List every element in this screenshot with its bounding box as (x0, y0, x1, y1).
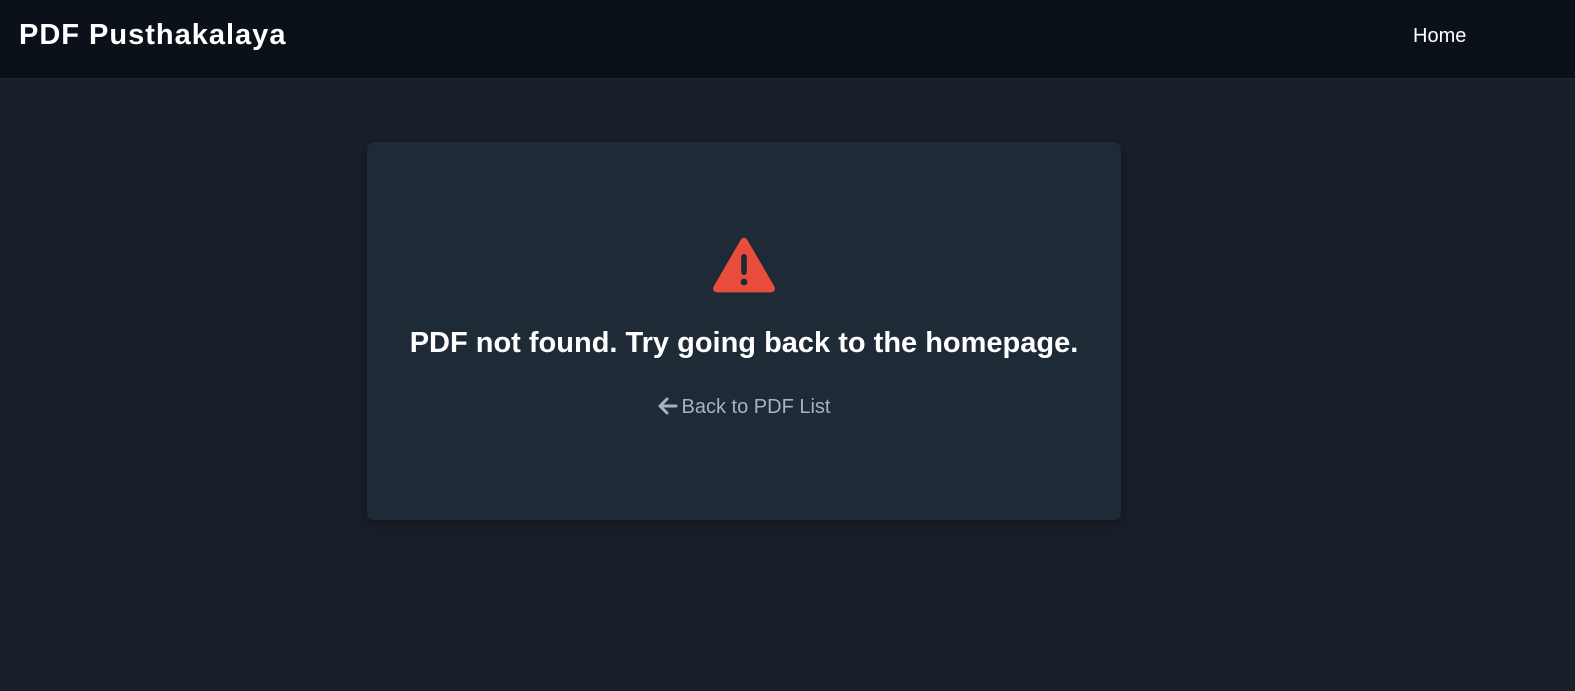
top-navbar: PDF Pusthakalaya Home (0, 0, 1575, 79)
error-message: PDF not found. Try going back to the hom… (409, 327, 1079, 359)
arrow-left-icon (658, 397, 678, 415)
back-to-list-link[interactable]: Back to PDF List (367, 395, 1121, 419)
error-card: PDF not found. Try going back to the hom… (367, 142, 1121, 520)
nav-home-link[interactable]: Home (1413, 24, 1466, 48)
back-link-label: Back to PDF List (681, 396, 831, 418)
site-brand[interactable]: PDF Pusthakalaya (19, 18, 286, 52)
warning-triangle-icon (713, 237, 775, 293)
